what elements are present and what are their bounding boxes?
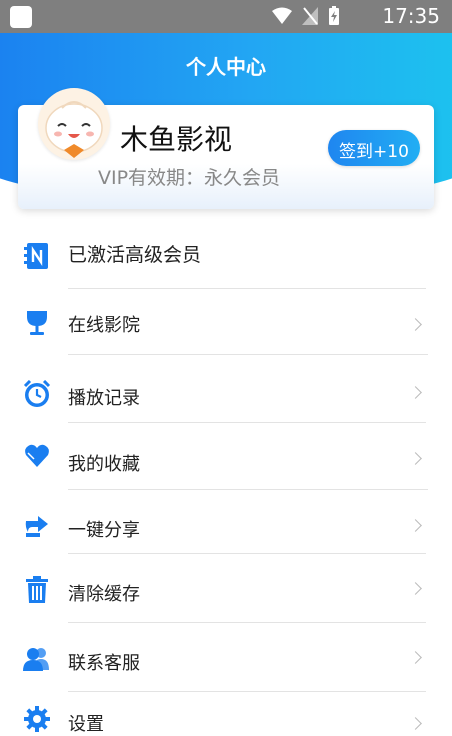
- clock-time: 17:35: [382, 4, 440, 28]
- chevron-right-icon: [409, 386, 422, 399]
- menu-item-label: 已激活高级会员: [68, 244, 202, 266]
- notebook-icon: [23, 242, 51, 270]
- share-icon: [23, 513, 51, 541]
- divider: [68, 553, 426, 554]
- chevron-right-icon: [409, 519, 422, 532]
- username: 木鱼影视: [120, 123, 233, 156]
- menu-item-label: 一键分享: [68, 520, 140, 541]
- menu-item-label: 我的收藏: [68, 454, 140, 475]
- trash-icon: [23, 576, 51, 604]
- divider: [68, 422, 426, 423]
- chevron-right-icon: [409, 318, 422, 331]
- menu-item-label: 清除缓存: [68, 584, 140, 605]
- menu-item-online-cinema[interactable]: 在线影院: [0, 289, 452, 355]
- battery-icon: [329, 6, 339, 25]
- menu-item-share[interactable]: 一键分享: [0, 491, 452, 557]
- notification-icon: [10, 6, 32, 28]
- menu-item-activated-vip[interactable]: 已激活高级会员: [0, 222, 452, 288]
- bun-mascot-icon: [45, 101, 103, 158]
- menu-item-play-history[interactable]: 播放记录: [0, 356, 452, 422]
- menu-item-label: 设置: [68, 714, 104, 735]
- gear-icon: [23, 705, 51, 733]
- status-icons: [272, 6, 340, 26]
- page-title: 个人中心: [186, 55, 266, 79]
- status-bar: 17:35: [0, 0, 452, 33]
- heart-icon: [23, 442, 51, 470]
- vip-status: VIP有效期：永久会员: [98, 167, 281, 189]
- chevron-right-icon: [409, 452, 422, 465]
- menu-item-clear-cache[interactable]: 清除缓存: [0, 556, 452, 622]
- no-signal-icon: [302, 7, 318, 25]
- menu-item-label: 播放记录: [68, 388, 140, 409]
- menu-item-label: 联系客服: [68, 653, 140, 674]
- menu-item-settings[interactable]: 设置: [0, 693, 452, 735]
- avatar[interactable]: [38, 88, 110, 160]
- wifi-icon: [272, 7, 292, 24]
- checkin-button[interactable]: 签到+10: [328, 130, 420, 166]
- alarm-clock-icon: [23, 380, 51, 408]
- chevron-right-icon: [409, 651, 422, 664]
- divider: [68, 622, 426, 623]
- cup-icon: [23, 309, 51, 337]
- divider: [68, 489, 428, 490]
- menu-item-label: 在线影院: [68, 315, 140, 336]
- chevron-right-icon: [409, 582, 422, 595]
- divider: [68, 354, 428, 355]
- divider: [68, 691, 426, 692]
- chevron-right-icon: [409, 717, 422, 730]
- menu-item-favorites[interactable]: 我的收藏: [0, 424, 452, 490]
- menu-item-contact-support[interactable]: 联系客服: [0, 625, 452, 691]
- contacts-icon: [23, 645, 51, 673]
